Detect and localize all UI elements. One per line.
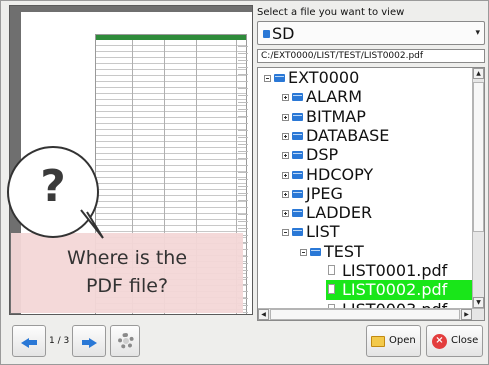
tree-folder-node[interactable]: DATABASE — [258, 126, 472, 146]
drive-value: SD — [272, 24, 295, 43]
callout-box — [11, 233, 243, 313]
tree-node-label: DATABASE — [306, 126, 390, 145]
tree-node-label: DSP — [306, 145, 339, 164]
tree-folder-node[interactable]: LADDER — [258, 203, 472, 223]
tree-file-node[interactable]: LIST0001.pdf — [258, 261, 472, 281]
tree-folder-node[interactable]: HDCOPY — [258, 165, 472, 185]
pdf-viewer-window: ? Where is the PDF file? Select a file y… — [0, 0, 489, 365]
file-tree-list: EXT0000 ALARM BITMAP DATABASE DSP HDCOPY JPEG L… — [258, 68, 472, 308]
tree-folder-node[interactable]: TEST — [258, 242, 472, 262]
folder-open-icon — [371, 336, 385, 347]
arrow-left-shaft — [28, 340, 37, 345]
expand-icon[interactable] — [282, 210, 289, 217]
tree-folder-node[interactable]: EXT0000 — [258, 68, 472, 88]
tree-folder-node[interactable]: JPEG — [258, 184, 472, 204]
expand-icon[interactable] — [282, 191, 289, 198]
folder-icon — [292, 228, 303, 236]
settings-button[interactable] — [110, 325, 140, 357]
close-button-label: Close — [451, 335, 479, 346]
folder-icon — [292, 151, 303, 159]
question-mark: ? — [40, 161, 66, 212]
bubble-tail — [80, 209, 104, 239]
open-button-label: Open — [389, 335, 416, 346]
folder-icon — [292, 132, 303, 140]
tree-node-label: ALARM — [306, 87, 363, 106]
file-icon — [328, 284, 335, 294]
expand-icon[interactable] — [282, 114, 289, 121]
tree-file-node[interactable]: LIST0002.pdf — [326, 280, 472, 300]
close-icon: × — [432, 334, 447, 349]
collapse-icon[interactable] — [282, 229, 289, 236]
callout-text-line2: PDF file? — [85, 275, 169, 297]
folder-icon — [292, 171, 303, 179]
tree-node-label: LIST — [306, 222, 340, 241]
folder-icon — [310, 248, 321, 256]
expand-icon[interactable] — [282, 152, 289, 159]
open-button[interactable]: Open — [366, 325, 421, 357]
scroll-left-icon[interactable]: ◀ — [258, 309, 269, 320]
tree-node-label: HDCOPY — [306, 165, 374, 184]
tree-node-label: LIST0001.pdf — [342, 261, 448, 280]
scroll-up-icon[interactable]: ▲ — [473, 68, 484, 79]
tree-node-label: JPEG — [306, 184, 343, 203]
file-path-field[interactable]: C:/EXT0000/LIST/TEST/LIST0002.pdf — [257, 49, 485, 63]
chevron-down-icon: ▾ — [475, 28, 480, 38]
tree-folder-node[interactable]: BITMAP — [258, 107, 472, 127]
tree-node-label: LIST0003.pdf — [342, 300, 447, 308]
tree-folder-node[interactable]: ALARM — [258, 87, 472, 107]
folder-icon — [292, 113, 303, 121]
tree-node-label: LIST0002.pdf — [342, 280, 448, 299]
previous-page-button[interactable] — [12, 325, 46, 357]
scroll-down-icon[interactable]: ▼ — [473, 297, 484, 308]
folder-icon — [274, 74, 285, 82]
tree-folder-node[interactable]: LIST — [258, 222, 472, 242]
drive-select[interactable]: SD ▾ — [257, 21, 485, 45]
page-indicator: 1 / 3 — [49, 336, 70, 346]
file-select-prompt: Select a file you want to view — [257, 7, 405, 18]
tree-file-node[interactable]: LIST0003.pdf — [258, 300, 472, 308]
scroll-right-icon[interactable]: ▶ — [461, 309, 472, 320]
expand-icon[interactable] — [282, 133, 289, 140]
vertical-scrollbar[interactable]: ▲ ▼ — [472, 68, 484, 308]
expand-icon[interactable] — [282, 94, 289, 101]
collapse-icon[interactable] — [300, 249, 307, 256]
tree-node-label: BITMAP — [306, 107, 366, 126]
vertical-scroll-thumb[interactable] — [473, 82, 484, 232]
folder-icon — [292, 190, 303, 198]
tree-node-label: TEST — [324, 242, 364, 261]
collapse-icon[interactable] — [264, 75, 271, 82]
sd-card-icon — [263, 30, 270, 38]
file-icon — [328, 265, 335, 275]
tree-folder-node[interactable]: DSP — [258, 145, 472, 165]
callout-text-line1: Where is the — [66, 247, 188, 269]
expand-icon[interactable] — [282, 172, 289, 179]
gear-hub — [123, 338, 129, 344]
horizontal-scroll-thumb[interactable] — [270, 309, 460, 320]
close-button[interactable]: × Close — [426, 325, 483, 357]
tree-node-label: LADDER — [306, 203, 373, 222]
file-tree[interactable]: EXT0000 ALARM BITMAP DATABASE DSP HDCOPY JPEG L… — [257, 67, 485, 321]
tree-node-label: EXT0000 — [288, 68, 360, 87]
horizontal-scrollbar[interactable]: ◀ ▶ — [258, 308, 484, 320]
arrow-right-icon — [89, 338, 97, 348]
next-page-button[interactable] — [72, 325, 106, 357]
folder-icon — [292, 209, 303, 217]
folder-icon — [292, 93, 303, 101]
